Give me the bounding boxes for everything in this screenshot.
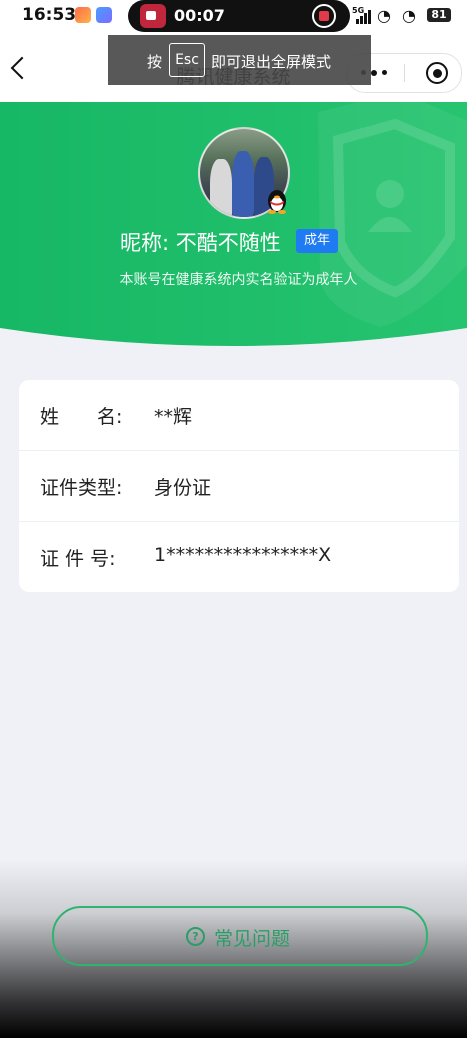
- info-row-name: 姓 名: **辉: [19, 380, 459, 450]
- qq-penguin-icon: [268, 190, 286, 214]
- info-label: 证 件 号:: [40, 548, 116, 570]
- verification-text: 本账号在健康系统内实名验证为成年人: [119, 272, 358, 288]
- nickname: 昵称: 不酷不随性: [120, 231, 281, 255]
- identity-info-card: 姓 名: **辉 证件类型: 身份证 证 件 号: 1*************…: [19, 380, 459, 592]
- fullscreen-exit-hint: 按 Esc 即可退出全屏模式: [108, 35, 371, 85]
- info-row-id-number: 证 件 号: 1****************X: [19, 521, 459, 592]
- adult-badge: 成年: [296, 229, 338, 253]
- esc-key-label: Esc: [169, 43, 205, 77]
- stop-recording-icon[interactable]: [312, 4, 336, 28]
- info-label: 姓 名:: [40, 406, 123, 428]
- info-value: 1****************X: [154, 544, 332, 566]
- recording-time: 00:07: [174, 6, 225, 25]
- status-time: 16:53: [22, 5, 77, 25]
- app-notification-icon: [75, 7, 91, 23]
- hint-exit-text: 即可退出全屏模式: [211, 53, 332, 71]
- signal-icon: [356, 10, 372, 24]
- faq-label: 常见问题: [214, 928, 291, 950]
- camera-icon: [140, 4, 166, 28]
- app-notification-icon-2: [96, 7, 112, 23]
- faq-button[interactable]: ? 常见问题: [52, 906, 428, 966]
- info-row-id-type: 证件类型: 身份证: [19, 450, 459, 521]
- hint-press-text: 按: [147, 53, 163, 71]
- help-icon: ?: [186, 927, 205, 946]
- info-value: 身份证: [154, 477, 212, 499]
- capsule-divider: [404, 64, 405, 82]
- wifi-icon-2: ◔: [402, 6, 416, 25]
- screen-recording-pill[interactable]: 00:07: [128, 0, 350, 32]
- wifi-icon: ◔: [377, 6, 391, 25]
- info-value: **辉: [154, 406, 193, 428]
- status-bar: 16:53 00:07 5G ◔ ◔ 81: [0, 0, 467, 32]
- close-mini-program-icon[interactable]: [426, 62, 448, 84]
- info-label: 证件类型:: [40, 477, 123, 499]
- battery-level: 81: [427, 8, 451, 22]
